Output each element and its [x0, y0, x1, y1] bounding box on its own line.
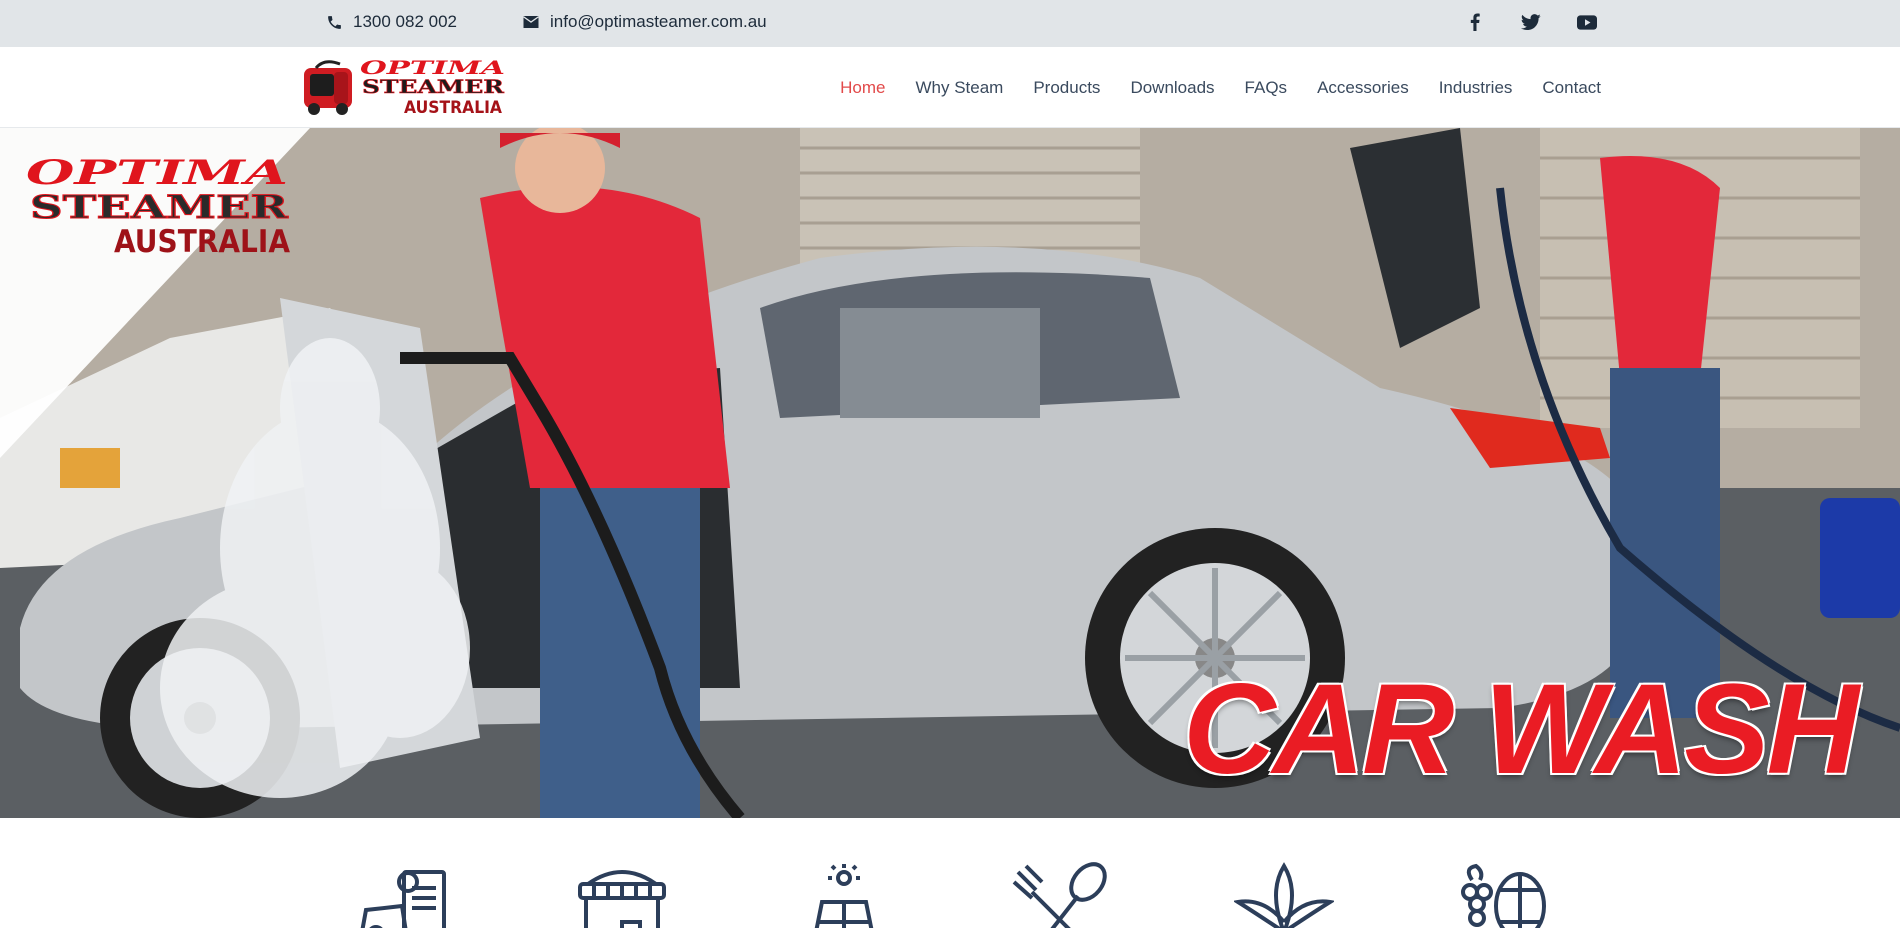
- youtube-icon: [1577, 14, 1597, 30]
- nav-industries[interactable]: Industries: [1439, 78, 1513, 98]
- nav-accessories[interactable]: Accessories: [1317, 78, 1409, 98]
- nav-home[interactable]: Home: [840, 78, 885, 98]
- twitter-icon: [1521, 13, 1541, 30]
- nav-downloads[interactable]: Downloads: [1130, 78, 1214, 98]
- hero-logo-optima-text: OPTIMA: [26, 153, 288, 193]
- facebook-link[interactable]: [1464, 11, 1486, 33]
- nav-products[interactable]: Products: [1033, 78, 1100, 98]
- nav-faqs[interactable]: FAQs: [1245, 78, 1288, 98]
- steamer-machine-icon: [304, 60, 352, 115]
- winery-icon[interactable]: [1454, 862, 1554, 928]
- top-contact-bar: 1300 082 002 info@optimasteamer.com.au: [0, 0, 1900, 47]
- nav-contact[interactable]: Contact: [1542, 78, 1601, 98]
- email-contact[interactable]: info@optimasteamer.com.au: [522, 0, 767, 44]
- hero-logo-australia-text: AUSTRALIA: [114, 224, 290, 258]
- facebook-icon: [1470, 13, 1480, 31]
- email-address: info@optimasteamer.com.au: [550, 12, 767, 31]
- storefront-icon[interactable]: [572, 862, 672, 928]
- logo-australia-text: AUSTRALIA: [404, 98, 503, 118]
- nav-why-steam[interactable]: Why Steam: [915, 78, 1003, 98]
- phone-number: 1300 082 002: [353, 12, 457, 31]
- auto-service-icon[interactable]: [356, 862, 456, 928]
- main-navigation: Home Why Steam Products Downloads FAQs A…: [810, 47, 1601, 128]
- youtube-link[interactable]: [1576, 11, 1598, 33]
- hero-logo: OPTIMA STEAMER AUSTRALIA: [22, 148, 294, 260]
- phone-icon: [328, 15, 341, 29]
- industries-icon-row: [0, 818, 1900, 928]
- logo-steamer-text: STEAMER: [362, 76, 504, 98]
- brand-logo[interactable]: OPTIMA STEAMER AUSTRALIA: [302, 56, 507, 118]
- cutlery-icon[interactable]: [1012, 862, 1112, 928]
- solar-panel-icon[interactable]: [794, 862, 894, 928]
- site-header: OPTIMA STEAMER AUSTRALIA Home Why Steam …: [0, 47, 1900, 128]
- twitter-link[interactable]: [1520, 11, 1542, 33]
- envelope-icon: [523, 16, 539, 28]
- hero-title: CAR WASH: [1183, 658, 1859, 801]
- leaf-icon[interactable]: [1232, 862, 1336, 928]
- phone-contact[interactable]: 1300 082 002: [326, 0, 457, 44]
- hero-logo-steamer-text: STEAMER: [30, 188, 289, 226]
- hero-banner[interactable]: OPTIMA STEAMER AUSTRALIA CAR WASH: [0, 128, 1900, 818]
